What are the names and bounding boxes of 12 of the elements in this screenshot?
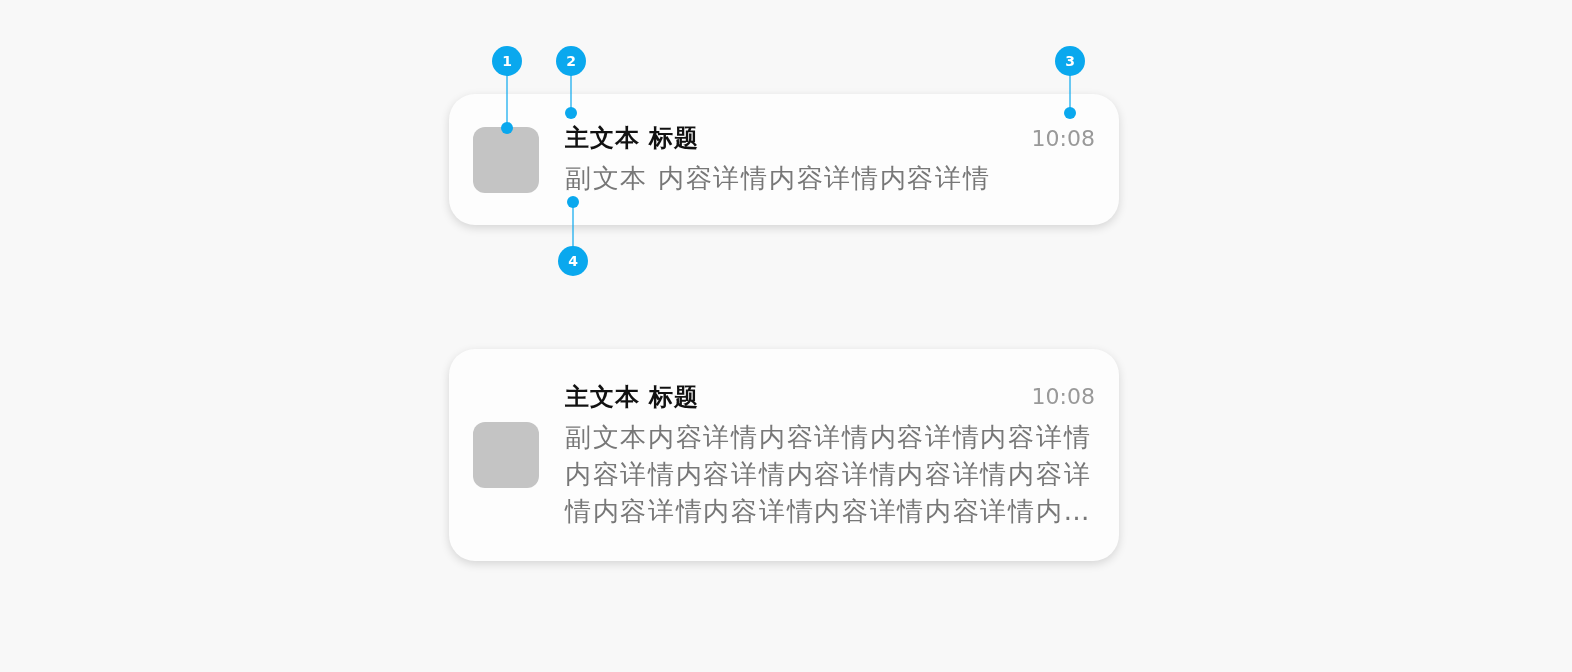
callout-number: 3 bbox=[1055, 46, 1085, 76]
notification-body: 副文本内容详情内容详情内容详情内容详情内容详情内容详情内容详情内容详情内容详情内容详情内容详情内容详情内容详情内… bbox=[565, 420, 1093, 528]
image-placeholder bbox=[473, 126, 539, 193]
callout-number: 1 bbox=[492, 46, 522, 76]
notification-title: 主文本 标题 bbox=[565, 381, 700, 413]
notification-body: 副文本 内容详情内容详情内容详情 bbox=[565, 162, 992, 195]
notification-time: 10:08 bbox=[1031, 384, 1095, 409]
image-placeholder bbox=[473, 422, 539, 488]
notification-title: 主文本 标题 bbox=[565, 123, 700, 154]
callout-number: 4 bbox=[558, 246, 588, 276]
callout-number: 2 bbox=[556, 46, 586, 76]
notification-time: 10:08 bbox=[1031, 125, 1095, 151]
